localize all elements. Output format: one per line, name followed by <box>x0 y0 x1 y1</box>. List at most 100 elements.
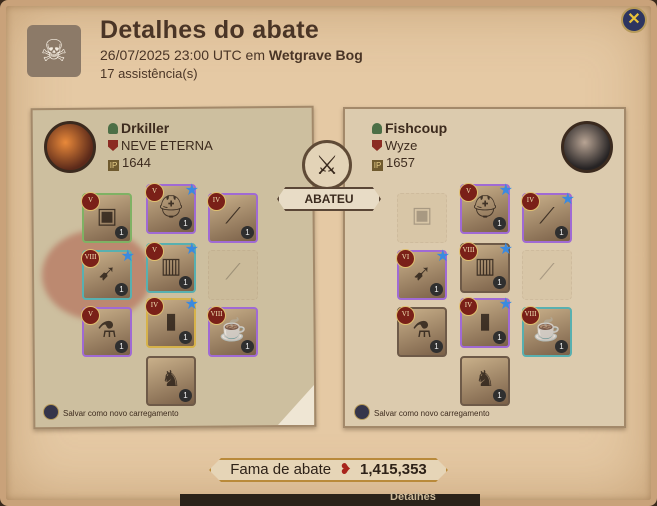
quantity-badge: 1 <box>493 276 506 289</box>
background-label: Detalhes <box>390 491 436 503</box>
enchant-star-icon: ★ <box>498 241 513 258</box>
quantity-badge: 1 <box>493 217 506 230</box>
victim-ip-row: IP 1657 <box>372 155 415 171</box>
quantity-badge: 1 <box>179 276 192 289</box>
tier-badge: VI <box>396 306 415 325</box>
killer-ip-row: IP 1644 <box>108 155 151 171</box>
enchant-star-icon: ★ <box>498 182 513 199</box>
quantity-badge: 1 <box>430 283 443 296</box>
item-power-icon: IP <box>108 160 119 171</box>
tier-badge: VI <box>396 249 415 268</box>
fame-icon: ❥ <box>339 461 352 478</box>
victim-slot-6[interactable]: ⚗ VI 1 <box>396 306 447 357</box>
enchant-star-icon: ★ <box>498 296 513 313</box>
tier-badge: VIII <box>521 306 540 325</box>
victim-slot-0[interactable]: ▣ <box>397 193 447 243</box>
victim-guild-row: Wyze <box>372 138 417 153</box>
killer-slot-4[interactable]: ▥ V 1 ★ <box>145 241 199 293</box>
bag-ghost-icon: ▣ <box>411 202 433 227</box>
quantity-badge: 1 <box>241 226 254 239</box>
skull-icon: ☠ <box>27 25 81 77</box>
quantity-badge: 1 <box>179 331 192 344</box>
quantity-badge: 1 <box>555 340 568 353</box>
player-icon <box>108 123 118 134</box>
page-title: Detalhes do abate <box>100 16 320 44</box>
tier-badge: VIII <box>459 242 478 261</box>
killer-name[interactable]: Drkiller <box>121 120 169 136</box>
enchant-star-icon: ★ <box>120 248 135 265</box>
tier-badge: V <box>145 183 164 202</box>
tier-badge: V <box>81 192 100 211</box>
tier-badge: V <box>81 306 100 325</box>
enchant-star-icon: ★ <box>560 191 575 208</box>
kill-location: Wetgrave Bog <box>268 47 363 63</box>
killer-slot-0[interactable]: ▣ V 1 <box>81 192 132 243</box>
victim-ip: 1657 <box>386 155 415 170</box>
quantity-badge: 1 <box>493 331 506 344</box>
killer-slot-3[interactable]: ➹ VIII 1 ★ <box>81 248 135 300</box>
tier-badge: VIII <box>207 306 226 325</box>
enchant-star-icon: ★ <box>435 248 450 265</box>
mount-icon: ♞ <box>475 366 495 391</box>
quantity-badge: 1 <box>241 340 254 353</box>
killer-name-row: Drkiller <box>108 120 169 136</box>
killer-slot-5[interactable]: ⟋ <box>208 250 258 300</box>
victim-name[interactable]: Fishcoup <box>385 120 447 136</box>
victim-avatar[interactable] <box>561 121 613 173</box>
guild-shield-icon <box>108 140 118 151</box>
killer-slot-6[interactable]: ⚗ V 1 <box>81 306 132 357</box>
victim-slot-2[interactable]: ⟋ IV 1 ★ <box>521 191 575 243</box>
fame-value: 1,415,353 <box>360 461 427 478</box>
mount-icon: ♞ <box>161 366 181 391</box>
loadout-icon <box>354 404 370 420</box>
enchant-star-icon: ★ <box>184 182 199 199</box>
killer-slot-2[interactable]: ⟋ IV 1 <box>207 192 258 243</box>
killer-save-loadout-label: Salvar como novo carregamento <box>63 409 179 418</box>
victim-slot-1[interactable]: ⛑ V 1 ★ <box>459 182 513 234</box>
victim-save-loadout-label: Salvar como novo carregamento <box>374 409 490 418</box>
victim-slot-8[interactable]: ☕ VIII 1 <box>521 306 572 357</box>
kill-timestamp: 26/07/2025 23:00 UTC em <box>100 47 265 63</box>
killer-slot-7[interactable]: ▮ IV 1 ★ <box>145 296 199 348</box>
victim-slot-5[interactable]: ⟋ <box>522 250 572 300</box>
background-strip: Detalhes <box>180 491 480 506</box>
kill-fame-banner: Fama de abate ❥ 1,415,353 <box>209 458 448 482</box>
victim-slot-9[interactable]: ♞ 1 <box>460 356 510 406</box>
assist-count: 17 assistência(s) <box>100 66 198 81</box>
quantity-badge: 1 <box>179 389 192 402</box>
tier-badge: VIII <box>81 249 100 268</box>
quantity-badge: 1 <box>179 217 192 230</box>
killer-avatar[interactable] <box>44 121 96 173</box>
victim-slot-7[interactable]: ▮ IV 1 ★ <box>459 296 513 348</box>
quantity-badge: 1 <box>430 340 443 353</box>
victim-slot-3[interactable]: ➹ VI 1 ★ <box>396 248 450 300</box>
tier-badge: V <box>459 183 478 202</box>
player-icon <box>372 123 382 134</box>
victim-save-loadout[interactable]: Salvar como novo carregamento <box>354 404 490 420</box>
quantity-badge: 1 <box>555 226 568 239</box>
tier-badge: IV <box>207 192 226 211</box>
crossed-swords-icon: ⚔ <box>302 140 352 190</box>
tier-badge: V <box>145 242 164 261</box>
victim-slot-4[interactable]: ▥ VIII 1 ★ <box>459 241 513 293</box>
quantity-badge: 1 <box>115 340 128 353</box>
killer-guild[interactable]: NEVE ETERNA <box>121 138 213 153</box>
killer-slot-9[interactable]: ♞ 1 <box>146 356 196 406</box>
killed-ribbon: ABATEU <box>277 187 381 211</box>
killer-save-loadout[interactable]: Salvar como novo carregamento <box>43 404 179 420</box>
tier-badge: IV <box>521 192 540 211</box>
close-button[interactable]: ✕ <box>621 7 647 33</box>
quantity-badge: 1 <box>115 283 128 296</box>
killer-ip: 1644 <box>122 155 151 170</box>
tier-badge: IV <box>145 297 164 316</box>
quantity-badge: 1 <box>493 389 506 402</box>
offhand-ghost-icon: ⟋ <box>539 259 555 284</box>
enchant-star-icon: ★ <box>184 241 199 258</box>
killer-guild-row: NEVE ETERNA <box>108 138 213 153</box>
killer-slot-8[interactable]: ☕ VIII 1 <box>207 306 258 357</box>
victim-guild[interactable]: Wyze <box>385 138 417 153</box>
killer-slot-1[interactable]: ⛑ V 1 ★ <box>145 182 199 234</box>
enchant-star-icon: ★ <box>184 296 199 313</box>
tier-badge: IV <box>459 297 478 316</box>
quantity-badge: 1 <box>115 226 128 239</box>
